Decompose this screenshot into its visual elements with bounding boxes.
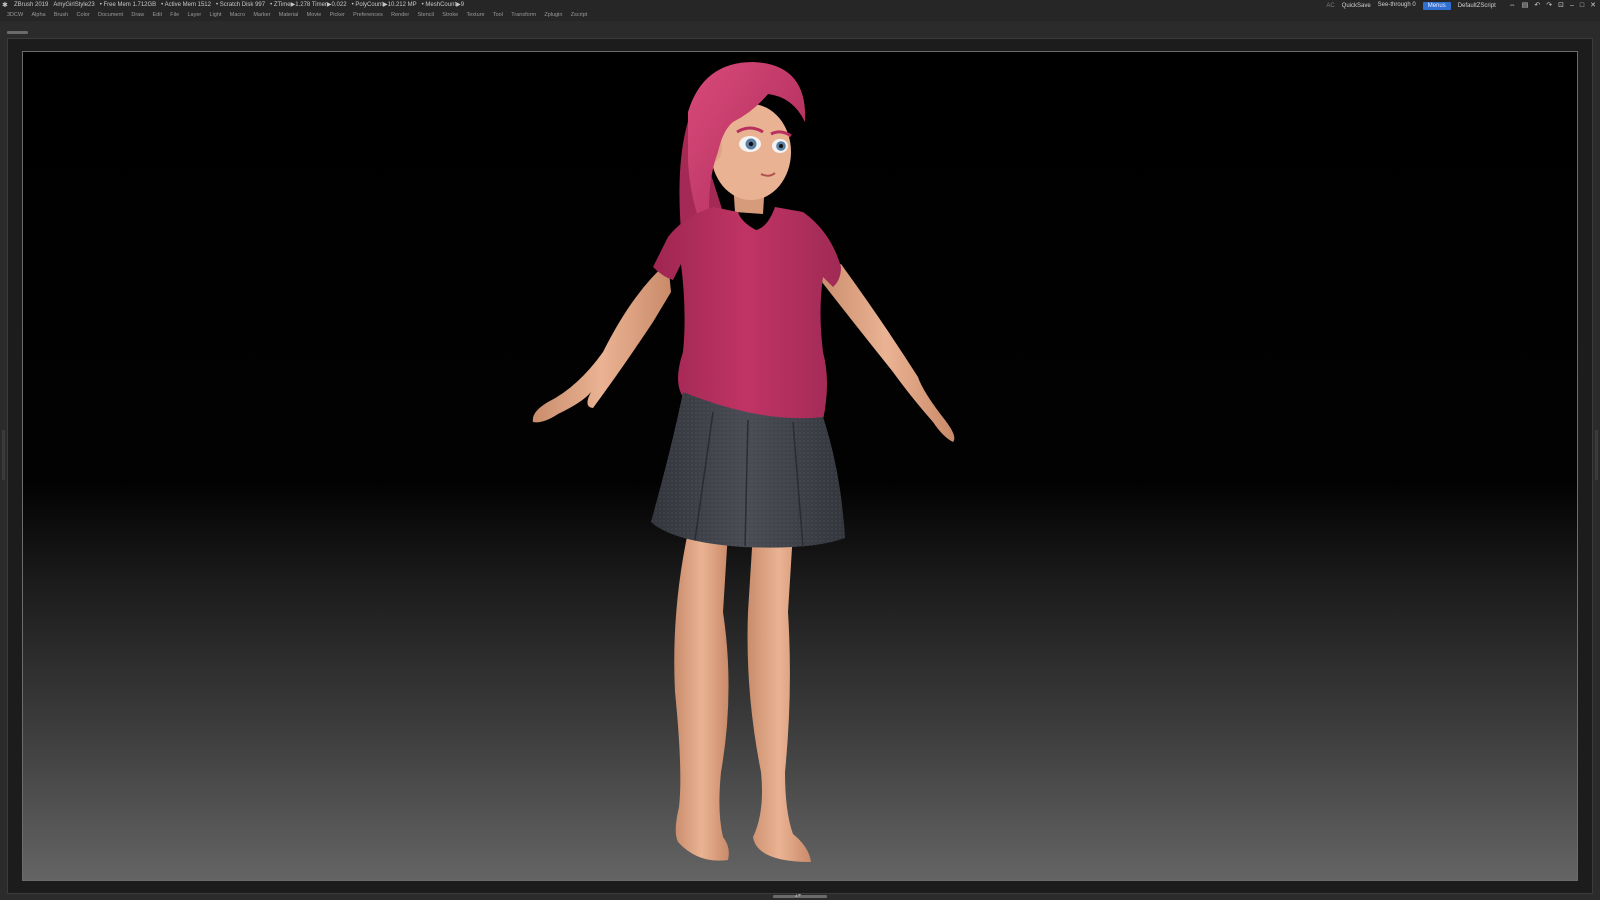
menu-item-tool[interactable]: Tool <box>493 10 503 21</box>
redo-icon[interactable]: ↷ <box>1546 1 1552 11</box>
app-name: ZBrush 2019 <box>14 2 49 8</box>
right-arm <box>818 264 955 442</box>
menu-item-brush[interactable]: Brush <box>54 10 68 21</box>
right-tray-handle[interactable] <box>1595 430 1598 480</box>
character-model <box>532 62 955 862</box>
menu-item-picker[interactable]: Picker <box>330 10 345 21</box>
top-shelf <box>0 21 1600 38</box>
left-arm <box>532 262 671 423</box>
default-zscript-button[interactable]: DefaultZScript <box>1458 1 1496 11</box>
menu-item-zscript[interactable]: Zscript <box>571 10 588 21</box>
bottom-tray-handle[interactable]: ▴▾ <box>773 893 827 899</box>
scratch-disk-readout: • Scratch Disk 997 <box>215 2 266 8</box>
menu-item-material[interactable]: Material <box>279 10 299 21</box>
active-mem-readout: • Active Mem 1512 <box>161 2 211 8</box>
right-leg <box>747 532 811 862</box>
menu-item-layer[interactable]: Layer <box>187 10 201 21</box>
menu-item-document[interactable]: Document <box>98 10 123 21</box>
lock-icon[interactable]: ⊡ <box>1558 1 1564 11</box>
free-mem-readout: • Free Mem 1.712GB <box>99 2 157 8</box>
window-controls: ⇔ ▤ ↶ ↷ ⊡ – □ ✕ <box>1503 1 1596 11</box>
menu-item-edit[interactable]: Edit <box>153 10 162 21</box>
menus-button[interactable]: Menus <box>1422 1 1451 10</box>
polycount-readout: • PolyCount▶10.212 MP <box>351 2 417 8</box>
project-name: AmyGirlStyle23 <box>53 2 95 8</box>
see-through-label: See-through 0 <box>1377 2 1416 8</box>
left-tray-handle[interactable] <box>2 430 5 480</box>
layout-icon[interactable]: ▤ <box>1522 1 1529 11</box>
ac-label: AC <box>1326 2 1335 9</box>
zbrush-logo-icon: ✱ <box>2 1 8 9</box>
collapse-arrow-icon: ▴▾ <box>795 893 802 899</box>
menu-item-movie[interactable]: Movie <box>307 10 322 21</box>
minimize-icon[interactable]: – <box>1570 1 1574 11</box>
interface-icon[interactable]: ⇔ <box>1509 1 1516 11</box>
undo-icon[interactable]: ↶ <box>1534 1 1540 11</box>
menu-item-stroke[interactable]: Stroke <box>442 10 458 21</box>
menu-item-macro[interactable]: Macro <box>230 10 245 21</box>
menu-bar: 3DCW Alpha Brush Color Document Draw Edit File L… <box>0 10 1600 21</box>
menu-item-texture[interactable]: Texture <box>466 10 484 21</box>
menu-item-stencil[interactable]: Stencil <box>417 10 434 21</box>
menu-item-3dcw[interactable]: 3DCW <box>7 10 23 21</box>
quicksave-button[interactable]: QuickSave <box>1342 1 1371 11</box>
menu-item-preferences[interactable]: Preferences <box>353 10 383 21</box>
menu-item-marker[interactable]: Marker <box>253 10 270 21</box>
menu-item-light[interactable]: Light <box>210 10 222 21</box>
menu-items: 3DCW Alpha Brush Color Document Draw Edit File L… <box>7 10 596 21</box>
shelf-handle[interactable] <box>7 31 28 34</box>
pink-shirt <box>653 207 841 422</box>
close-icon[interactable]: ✕ <box>1590 1 1596 11</box>
menu-item-render[interactable]: Render <box>391 10 409 21</box>
menu-item-zplugin[interactable]: Zplugin <box>544 10 562 21</box>
menu-item-alpha[interactable]: Alpha <box>32 10 46 21</box>
maximize-icon[interactable]: □ <box>1580 1 1584 11</box>
model-render <box>532 62 955 862</box>
menu-item-color[interactable]: Color <box>77 10 90 21</box>
document-viewport[interactable] <box>22 51 1578 881</box>
menu-item-file[interactable]: File <box>170 10 179 21</box>
meshcount-readout: • MeshCount▶9 <box>421 2 465 8</box>
menu-item-transform[interactable]: Transform <box>511 10 536 21</box>
title-bar: ✱ ZBrush 2019 AmyGirlStyle23 • Free Mem … <box>0 0 1600 11</box>
left-leg <box>674 532 729 861</box>
menu-item-draw[interactable]: Draw <box>131 10 144 21</box>
ztime-readout: • ZTime▶1.278 Timer▶0.022 <box>270 2 347 8</box>
